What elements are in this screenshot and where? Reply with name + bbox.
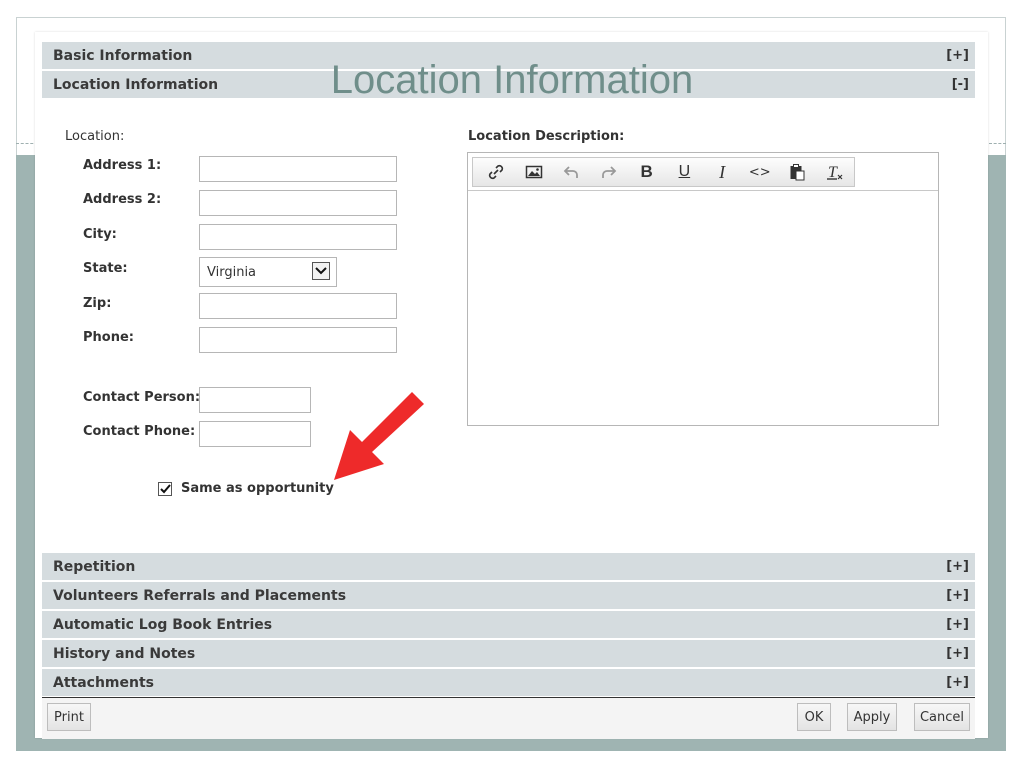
redo-icon[interactable] [590,159,628,185]
dialog-footer [42,697,975,739]
section-label: Basic Information [53,47,193,64]
annotation-arrow-icon [334,392,424,480]
city-input[interactable] [199,224,397,250]
section-location-information[interactable]: Location Information [-] [42,71,975,98]
expand-toggle[interactable]: [+] [946,617,969,632]
image-icon[interactable] [515,159,553,185]
state-select-value: Virginia [207,264,257,280]
city-label: City: [83,227,117,242]
expand-toggle[interactable]: [+] [946,675,969,690]
collapse-toggle[interactable]: [-] [952,77,969,92]
phone-label: Phone: [83,330,134,345]
contact-phone-label: Contact Phone: [83,424,196,439]
section-label: Location Information [53,76,219,93]
underline-icon[interactable]: U [666,159,704,185]
section-label: Attachments [53,674,155,691]
zip-label: Zip: [83,296,112,311]
apply-button[interactable]: Apply [847,703,897,731]
expand-toggle[interactable]: [+] [946,588,969,603]
expand-toggle[interactable]: [+] [946,48,969,63]
section-volunteers-referrals[interactable]: Volunteers Referrals and Placements [+] [42,582,975,609]
section-automatic-log-book[interactable]: Automatic Log Book Entries [+] [42,611,975,638]
checkmark-icon [159,484,171,494]
phone-input[interactable] [199,327,397,353]
location-description-editor[interactable]: B U I <> T [467,152,939,426]
expand-toggle[interactable]: [+] [946,559,969,574]
section-basic-information[interactable]: Basic Information [+] [42,42,975,69]
contact-person-label: Contact Person: [83,390,201,405]
address2-label: Address 2: [83,192,162,207]
print-button[interactable]: Print [47,703,91,731]
contact-phone-input[interactable] [199,421,311,447]
location-description-label: Location Description: [468,129,625,144]
section-label: Volunteers Referrals and Placements [53,587,347,604]
ok-button[interactable]: OK [797,703,831,731]
state-select[interactable]: Virginia [199,257,337,287]
state-label: State: [83,261,128,276]
section-history-notes[interactable]: History and Notes [+] [42,640,975,667]
expand-toggle[interactable]: [+] [946,646,969,661]
clear-format-icon[interactable]: T [816,159,854,185]
undo-icon[interactable] [552,159,590,185]
address2-input[interactable] [199,190,397,216]
source-code-icon[interactable]: <> [741,159,779,185]
link-icon[interactable] [477,159,515,185]
address1-label: Address 1: [83,158,162,173]
same-as-opportunity-label[interactable]: Same as opportunity [181,481,334,496]
paste-icon[interactable] [779,159,817,185]
section-repetition[interactable]: Repetition [+] [42,553,975,580]
section-attachments[interactable]: Attachments [+] [42,669,975,696]
zip-input[interactable] [199,293,397,319]
contact-person-input[interactable] [199,387,311,413]
bold-icon[interactable]: B [628,159,666,185]
location-heading: Location: [65,129,125,144]
editor-content-area[interactable] [468,190,938,425]
section-label: Repetition [53,558,136,575]
section-label: History and Notes [53,645,196,662]
cancel-button[interactable]: Cancel [914,703,970,731]
section-label: Automatic Log Book Entries [53,616,273,633]
same-as-opportunity-checkbox[interactable] [158,482,172,496]
italic-icon[interactable]: I [703,159,741,185]
editor-toolbar: B U I <> T [472,157,855,187]
address1-input[interactable] [199,156,397,182]
chevron-down-icon[interactable] [312,262,330,280]
